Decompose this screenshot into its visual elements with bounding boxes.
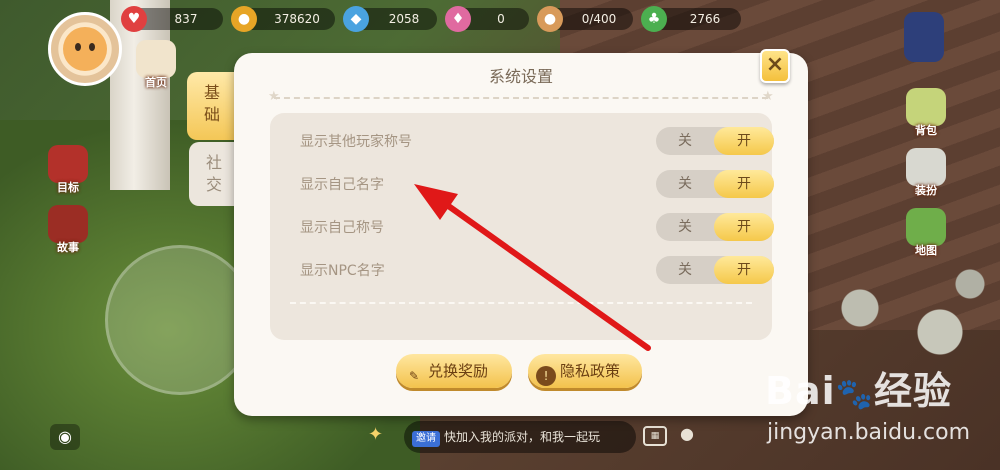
resource-bar: ♥ 837 ● 378620 ◆ 2058 ♦ 0 ● 0/400 ♣ 2766 — [121, 6, 741, 32]
book-icon — [904, 12, 944, 62]
paw-icon: 🐾 — [835, 377, 874, 412]
setting-label: 显示自己名字 — [300, 177, 384, 193]
toggle-own-title[interactable]: 关 开 — [656, 213, 774, 241]
story-button[interactable]: 故事 — [46, 205, 90, 257]
dialog-title: 系统设置 — [488, 67, 553, 86]
toggle-off-option[interactable]: 关 — [656, 213, 714, 241]
resource-clover[interactable]: ♣ 2766 — [641, 6, 741, 32]
redeem-rewards-button[interactable]: ✎ 兑换奖励 — [396, 354, 512, 388]
magic-wand-button[interactable]: ✦ — [368, 424, 383, 445]
toggle-off-option[interactable]: 关 — [656, 127, 714, 155]
invite-tag: 邀请 — [412, 431, 440, 447]
microphone-button[interactable]: ● — [680, 424, 694, 443]
toggle-other-player-titles[interactable]: 关 开 — [656, 127, 774, 155]
clover-icon: ♣ — [641, 6, 667, 32]
hamster-icon: ● — [537, 6, 563, 32]
cat-avatar-face — [63, 27, 107, 71]
setting-row-own-name: 显示自己名字 关 开 — [300, 170, 774, 198]
home-button[interactable]: 首页 — [134, 40, 178, 92]
resource-gems[interactable]: ◆ 2058 — [343, 6, 437, 32]
settings-panel: 显示其他玩家称号 关 开 显示自己名字 关 开 显示自己称号 关 开 显示NPC… — [270, 113, 774, 340]
tab-basic[interactable]: 基 础 — [187, 72, 237, 140]
map-button[interactable]: 地图 — [904, 208, 948, 260]
panel-divider — [290, 302, 752, 304]
pencil-icon: ✎ — [408, 369, 420, 383]
story-book-icon — [48, 205, 88, 243]
watermark-logo: Bai🐾经验 — [765, 369, 953, 413]
resource-hearts[interactable]: ♥ 837 — [121, 6, 223, 32]
backpack-button[interactable]: 背包 — [904, 88, 948, 140]
tab-social[interactable]: 社 交 — [189, 142, 239, 206]
toggle-on-option[interactable]: 开 — [714, 170, 774, 198]
home-icon — [136, 40, 176, 78]
chat-message: 快加入我的派对，和我一起玩 — [444, 430, 601, 444]
camera-icon: ◉ — [58, 427, 72, 446]
map-icon — [906, 208, 946, 246]
privacy-policy-button[interactable]: ! 隐私政策 — [528, 354, 642, 388]
chat-bar[interactable]: 邀请 快加入我的派对，和我一起玩 — [404, 421, 636, 453]
toggle-own-name[interactable]: 关 开 — [656, 170, 774, 198]
resource-hamster[interactable]: ● 0/400 — [537, 6, 633, 32]
close-button[interactable]: × — [760, 49, 790, 83]
movement-joystick[interactable] — [105, 245, 255, 395]
dress-up-button[interactable]: 装扮 — [904, 148, 948, 200]
gem-icon: ◆ — [343, 6, 369, 32]
resource-coins[interactable]: ● 378620 — [231, 6, 335, 32]
resource-diamonds[interactable]: ♦ 0 — [445, 6, 529, 32]
setting-label: 显示NPC名字 — [300, 263, 385, 279]
toggle-on-option[interactable]: 开 — [714, 127, 774, 155]
setting-row-own-title: 显示自己称号 关 开 — [300, 213, 774, 241]
keyboard-button[interactable]: ▦ — [643, 426, 667, 446]
toggle-on-option[interactable]: 开 — [714, 256, 774, 284]
catalog-book-button[interactable] — [902, 12, 946, 72]
setting-row-other-player-titles: 显示其他玩家称号 关 开 — [300, 127, 774, 155]
keyboard-icon: ▦ — [650, 431, 660, 441]
watermark-url: jingyan.baidu.com — [767, 420, 971, 445]
magic-wand-icon: ✦ — [368, 424, 384, 445]
heart-icon: ♥ — [121, 6, 147, 32]
diamond-icon: ♦ — [445, 6, 471, 32]
toggle-off-option[interactable]: 关 — [656, 170, 714, 198]
setting-row-npc-names: 显示NPC名字 关 开 — [300, 256, 774, 284]
baidu-jingyan-watermark: Bai🐾经验 jingyan.baidu.com — [765, 360, 995, 460]
close-icon: × — [765, 52, 785, 77]
microphone-icon: ● — [680, 424, 694, 443]
toggle-npc-names[interactable]: 关 开 — [656, 256, 774, 284]
goal-icon — [48, 145, 88, 183]
goal-button[interactable]: 目标 — [46, 145, 90, 197]
title-divider — [274, 97, 768, 99]
setting-label: 显示其他玩家称号 — [300, 134, 412, 150]
shield-icon: ! — [536, 366, 556, 386]
toggle-on-option[interactable]: 开 — [714, 213, 774, 241]
setting-label: 显示自己称号 — [300, 220, 384, 236]
hanger-icon — [906, 148, 946, 186]
player-avatar[interactable] — [48, 12, 122, 86]
backpack-icon — [906, 88, 946, 126]
toggle-off-option[interactable]: 关 — [656, 256, 714, 284]
coin-icon: ● — [231, 6, 257, 32]
camera-button[interactable]: ◉ — [50, 424, 80, 450]
